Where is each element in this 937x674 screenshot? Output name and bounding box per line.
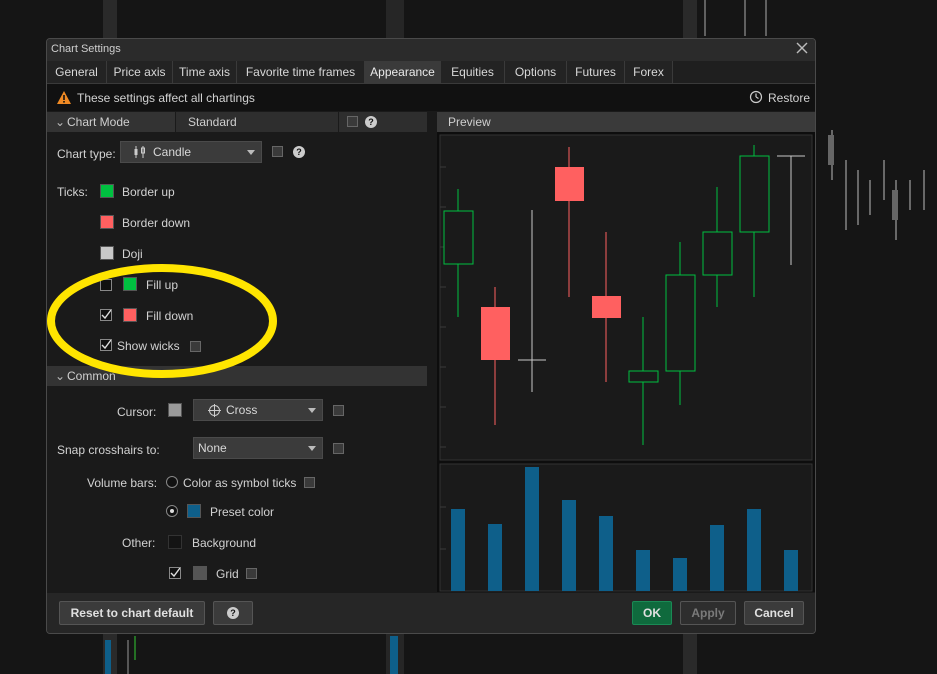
- candle-down: [481, 307, 510, 360]
- chart-type-select[interactable]: Candle: [120, 141, 262, 163]
- yellow-highlight-circle: [47, 264, 277, 378]
- radio-dot: [170, 509, 174, 513]
- doji-swatch[interactable]: [100, 246, 114, 260]
- title-bar: Chart Settings: [47, 39, 815, 61]
- grid-color-swatch[interactable]: [193, 566, 207, 580]
- border-down-label: Border down: [122, 216, 191, 230]
- tab-general[interactable]: General: [47, 61, 107, 83]
- cursor-select[interactable]: Cross: [193, 399, 323, 421]
- tab-appearance[interactable]: Appearance: [365, 61, 441, 83]
- pin-icon[interactable]: [304, 477, 315, 488]
- border-up-label: Border up: [122, 185, 175, 199]
- chart-type-label: Chart type:: [57, 147, 116, 161]
- help-button[interactable]: ?: [213, 601, 253, 625]
- checkmark-icon: [170, 568, 180, 578]
- background-label: Background: [192, 536, 257, 550]
- pin-icon[interactable]: [333, 443, 344, 454]
- background-color-swatch[interactable]: [168, 535, 182, 549]
- chart-settings-dialog: Chart Settings General Price axis Time a…: [46, 38, 816, 634]
- candle-up: [443, 210, 474, 265]
- doji-label: Doji: [122, 247, 143, 261]
- tab-bar: General Price axis Time axis Favorite ti…: [47, 61, 815, 84]
- apply-button[interactable]: Apply: [680, 601, 736, 625]
- candle-down: [592, 296, 621, 318]
- help-icon: ?: [227, 607, 239, 619]
- pin-icon[interactable]: [333, 405, 344, 416]
- candle-up: [628, 370, 659, 383]
- volume-bar: [784, 550, 798, 591]
- snap-crosshairs-select[interactable]: None: [193, 437, 323, 459]
- preview-chart: [439, 134, 813, 592]
- preset-color-swatch[interactable]: [187, 504, 201, 518]
- footer: Reset to chart default ? OK Apply Cancel: [47, 593, 815, 633]
- chart-mode-header[interactable]: ⌄ Chart Mode: [47, 112, 175, 132]
- volume-bar: [599, 516, 613, 591]
- tab-options[interactable]: Options: [505, 61, 567, 83]
- volume-bar: [747, 509, 761, 591]
- color-as-symbol-radio[interactable]: [166, 476, 178, 488]
- pin-icon[interactable]: [246, 568, 257, 579]
- chevron-down-icon: ⌄: [55, 115, 66, 129]
- warning-bar: These settings affect all chartings Rest…: [47, 84, 815, 111]
- pin-icon[interactable]: [347, 116, 358, 127]
- close-icon[interactable]: [795, 41, 809, 55]
- warning-text: These settings affect all chartings: [77, 91, 255, 105]
- volume-bar: [673, 558, 687, 591]
- reset-to-default-button[interactable]: Reset to chart default: [59, 601, 205, 625]
- grid-checkbox[interactable]: [169, 567, 181, 579]
- tab-price-axis[interactable]: Price axis: [107, 61, 173, 83]
- warning-icon: [57, 91, 71, 104]
- chevron-down-icon: [308, 446, 316, 451]
- pin-icon[interactable]: [272, 146, 283, 157]
- border-down-swatch[interactable]: [100, 215, 114, 229]
- border-up-swatch[interactable]: [100, 184, 114, 198]
- candle-icon: [134, 146, 145, 158]
- volume-bar: [525, 467, 539, 591]
- cursor-color-swatch[interactable]: [168, 403, 182, 417]
- restore-button[interactable]: Restore: [768, 91, 810, 105]
- cursor-label: Cursor:: [117, 405, 157, 419]
- volume-bar: [710, 525, 724, 591]
- chart-mode-select[interactable]: Standard: [176, 112, 338, 132]
- chevron-down-icon: [247, 150, 255, 155]
- cancel-button[interactable]: Cancel: [744, 601, 804, 625]
- preview-header: Preview: [437, 112, 815, 132]
- color-as-symbol-label: Color as symbol ticks: [183, 476, 297, 490]
- volume-bar: [451, 509, 465, 591]
- preset-color-label: Preset color: [210, 505, 275, 519]
- candle-down: [555, 167, 584, 201]
- ok-button[interactable]: OK: [632, 601, 672, 625]
- dialog-title: Chart Settings: [51, 43, 121, 55]
- help-icon[interactable]: ?: [365, 116, 377, 128]
- volume-bar: [636, 550, 650, 591]
- chart-mode-tools: ?: [339, 112, 427, 132]
- other-label: Other:: [122, 536, 156, 550]
- tab-equities[interactable]: Equities: [441, 61, 505, 83]
- ticks-label: Ticks:: [57, 185, 88, 199]
- preset-color-radio[interactable]: [166, 505, 178, 517]
- volume-bar: [562, 500, 576, 591]
- candle-up: [702, 231, 733, 276]
- grid-label: Grid: [216, 567, 239, 581]
- volume-bars-label: Volume bars:: [87, 476, 158, 490]
- candle-up: [665, 274, 696, 372]
- volume-bar: [488, 524, 502, 591]
- tab-futures[interactable]: Futures: [567, 61, 625, 83]
- tab-favorite-time-frames[interactable]: Favorite time frames: [237, 61, 365, 83]
- help-icon[interactable]: ?: [293, 146, 305, 158]
- crosshair-icon: [208, 404, 221, 417]
- tab-forex[interactable]: Forex: [625, 61, 673, 83]
- preview-panel: Preview: [437, 112, 815, 592]
- restore-icon[interactable]: [749, 90, 763, 104]
- tab-time-axis[interactable]: Time axis: [173, 61, 237, 83]
- snap-crosshairs-label: Snap crosshairs to:: [57, 443, 160, 457]
- candle-up: [739, 155, 770, 233]
- chevron-down-icon: [308, 408, 316, 413]
